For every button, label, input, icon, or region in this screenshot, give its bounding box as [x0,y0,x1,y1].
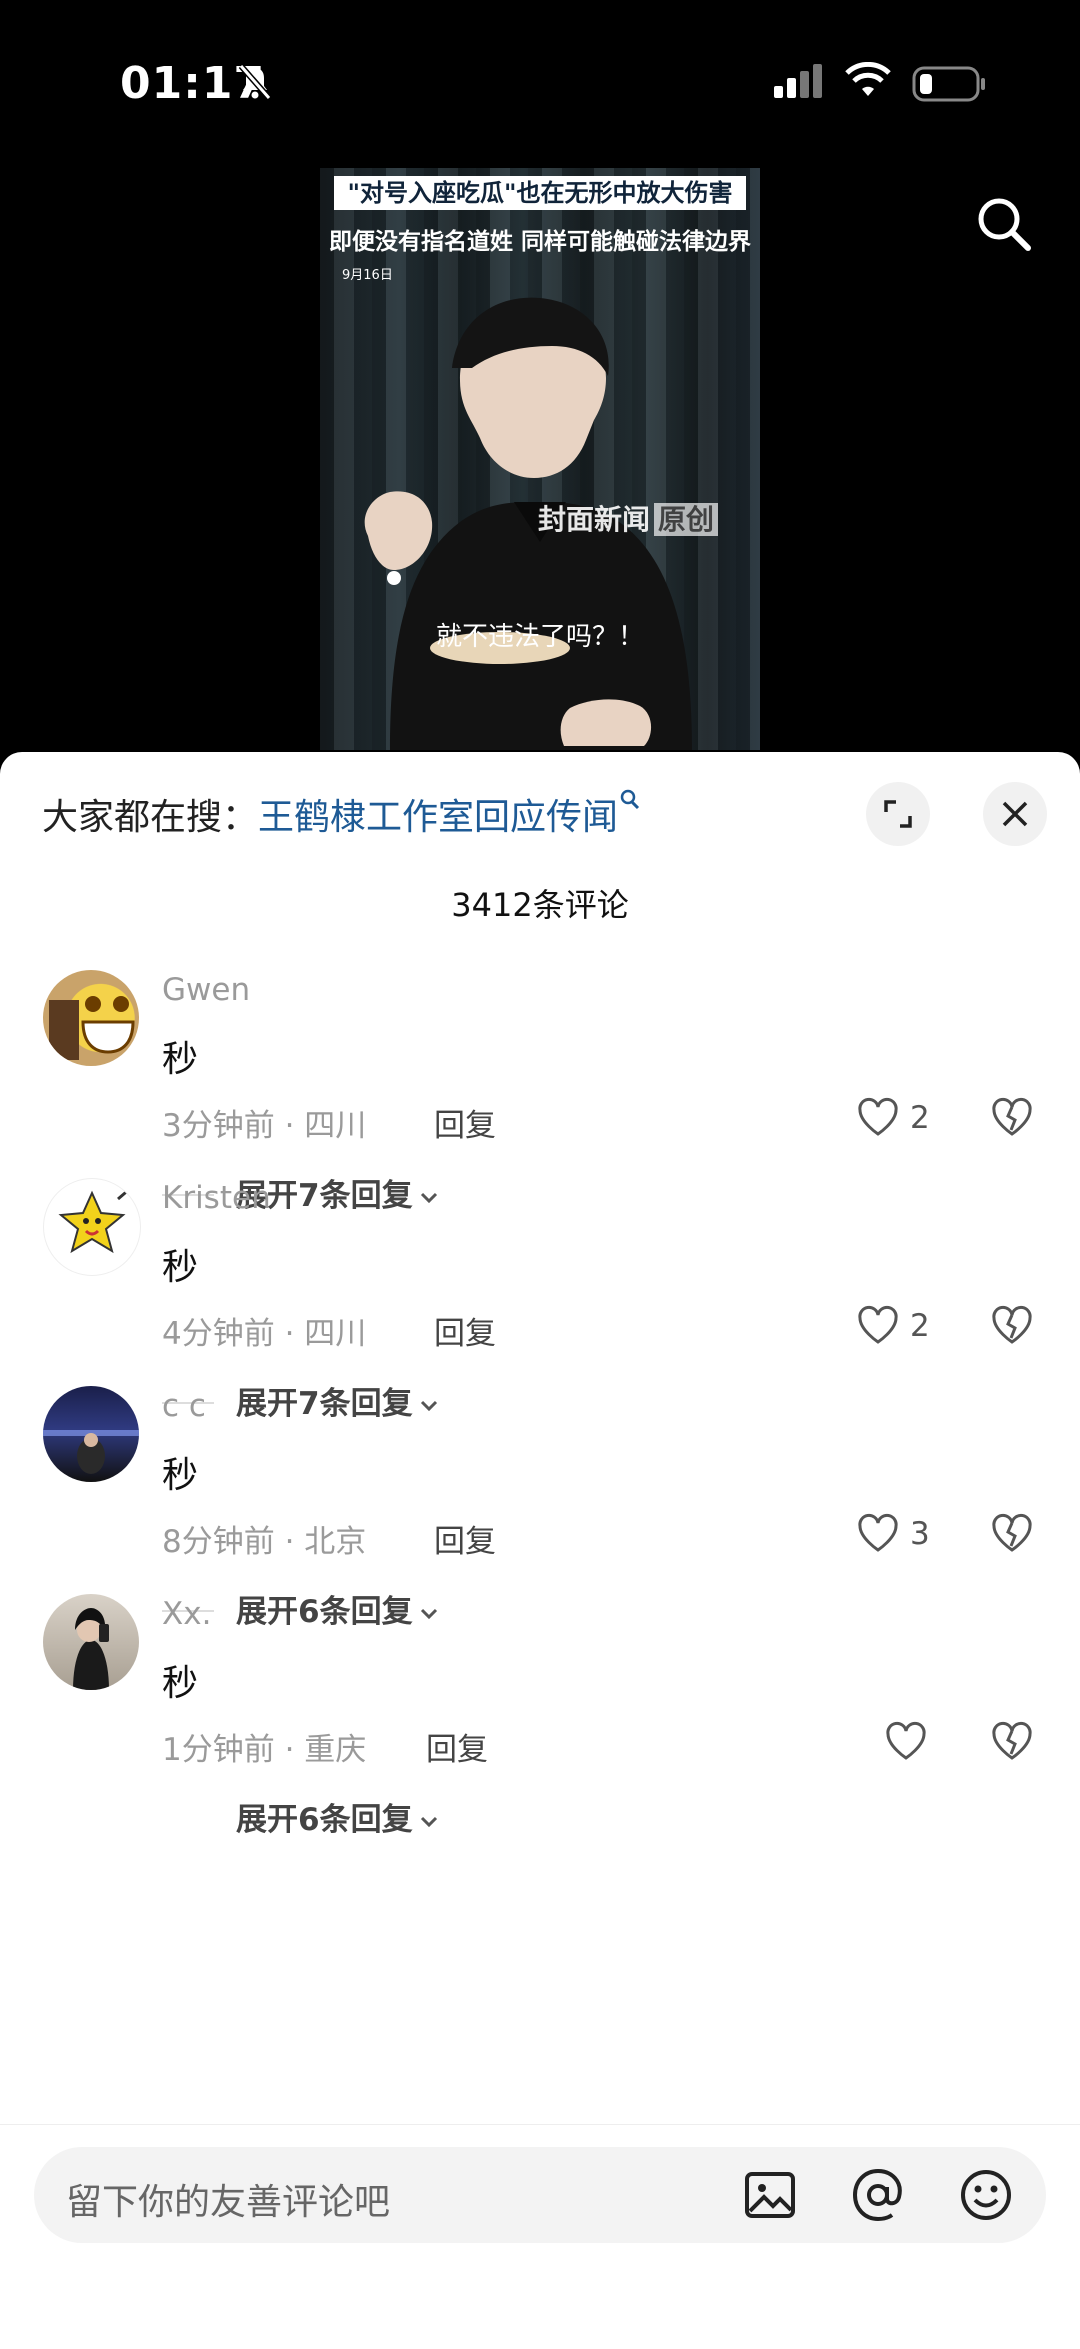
avatar[interactable] [43,1178,141,1276]
avatar[interactable] [43,1386,139,1482]
video-player[interactable]: "对号入座吃瓜"也在无形中放大伤害 即便没有指名道姓 同样可能触碰法律边界 9月… [0,150,1080,750]
comment-count: 3412条评论 [451,886,629,924]
fullscreen-icon [884,800,912,828]
comment-input-placeholder: 留下你的友善评论吧 [66,2182,391,2223]
watermark-tag: 原创 [654,503,719,536]
status-bar: 01:17 [0,0,1080,150]
reply-button[interactable]: 回复 [434,1308,496,1353]
hot-search[interactable]: 大家都在搜：王鹤棣工作室回应传闻 [42,788,640,840]
avatar-selfie-photo [73,1608,109,1690]
avatar-star-character [58,1185,133,1254]
comment-sheet: 大家都在搜：王鹤棣工作室回应传闻 3412条评论 Gwen 秒 3分钟前 · 四… [0,752,1080,2348]
watermark-text: 封面新闻 [538,503,651,536]
comment-input[interactable]: 留下你的友善评论吧 [34,2147,1046,2243]
heart-icon[interactable] [856,1512,900,1554]
watermark: 封面新闻 原创 [538,498,719,538]
heart-icon[interactable] [856,1096,900,1138]
broken-heart-icon[interactable] [990,1512,1034,1554]
fullscreen-button[interactable] [866,782,930,846]
heart-icon[interactable] [884,1720,928,1762]
close-icon [1002,801,1028,827]
avatar-emoji [49,996,135,1060]
video-date: 9月16日 [342,268,393,283]
comment-text: 秒 [162,1247,199,1288]
avatar-concert-photo [43,1430,139,1474]
reply-button[interactable]: 回复 [434,1516,496,1561]
search-icon[interactable] [974,194,1034,254]
close-button[interactable] [983,782,1047,846]
like-count: 3 [910,1516,930,1552]
comment-item: Xx. 秒 1分钟前 · 重庆 回复 展开6条回复 [0,1594,1080,1894]
reply-button[interactable]: 回复 [434,1100,496,1145]
username[interactable]: Gwen [162,972,250,1008]
at-icon[interactable] [850,2167,906,2223]
emoji-icon[interactable] [958,2167,1014,2223]
video-headline-1: "对号入座吃瓜"也在无形中放大伤害 [334,176,746,210]
broken-heart-icon[interactable] [990,1304,1034,1346]
avatar[interactable] [43,1594,139,1690]
comment-meta: 8分钟前 · 北京 [162,1524,367,1560]
wifi-icon [845,62,891,96]
avatar[interactable] [43,970,139,1066]
battery-icon [912,66,985,102]
comment-text: 秒 [162,1455,199,1496]
like-count: 2 [910,1100,930,1136]
comment-text: 秒 [162,1039,199,1080]
bell-off-icon [238,64,272,100]
expand-replies[interactable]: 展开6条回复 [236,1794,439,1839]
image-icon[interactable] [742,2167,798,2223]
comment-text: 秒 [162,1663,199,1704]
signal-icon [774,64,822,98]
username[interactable]: Xx. [162,1596,211,1632]
username[interactable]: c c [162,1388,206,1424]
comment-meta: 3分钟前 · 四川 [162,1108,367,1144]
comment-meta: 4分钟前 · 四川 [162,1316,367,1352]
like-count: 2 [910,1308,930,1344]
video-subtitle: 就不违法了吗？！ [435,622,644,652]
comment-meta: 1分钟前 · 重庆 [162,1732,367,1768]
username[interactable]: Kristen [162,1180,271,1216]
hot-search-term[interactable]: 王鹤棣工作室回应传闻 [258,797,618,838]
hot-search-prefix: 大家都在搜： [42,797,259,838]
comment-input-bar: 留下你的友善评论吧 [0,2124,1080,2349]
broken-heart-icon[interactable] [990,1720,1034,1762]
video-headline-2: 即便没有指名道姓 同样可能触碰法律边界 [328,229,751,255]
chevron-down-icon [420,1816,437,1827]
heart-icon[interactable] [856,1304,900,1346]
reply-button[interactable]: 回复 [426,1724,488,1769]
video-frame[interactable]: "对号入座吃瓜"也在无形中放大伤害 即便没有指名道姓 同样可能触碰法律边界 9月… [320,168,760,750]
small-search-icon [620,789,640,810]
broken-heart-icon[interactable] [990,1096,1034,1138]
expand-replies-label: 展开6条回复 [236,1802,413,1838]
